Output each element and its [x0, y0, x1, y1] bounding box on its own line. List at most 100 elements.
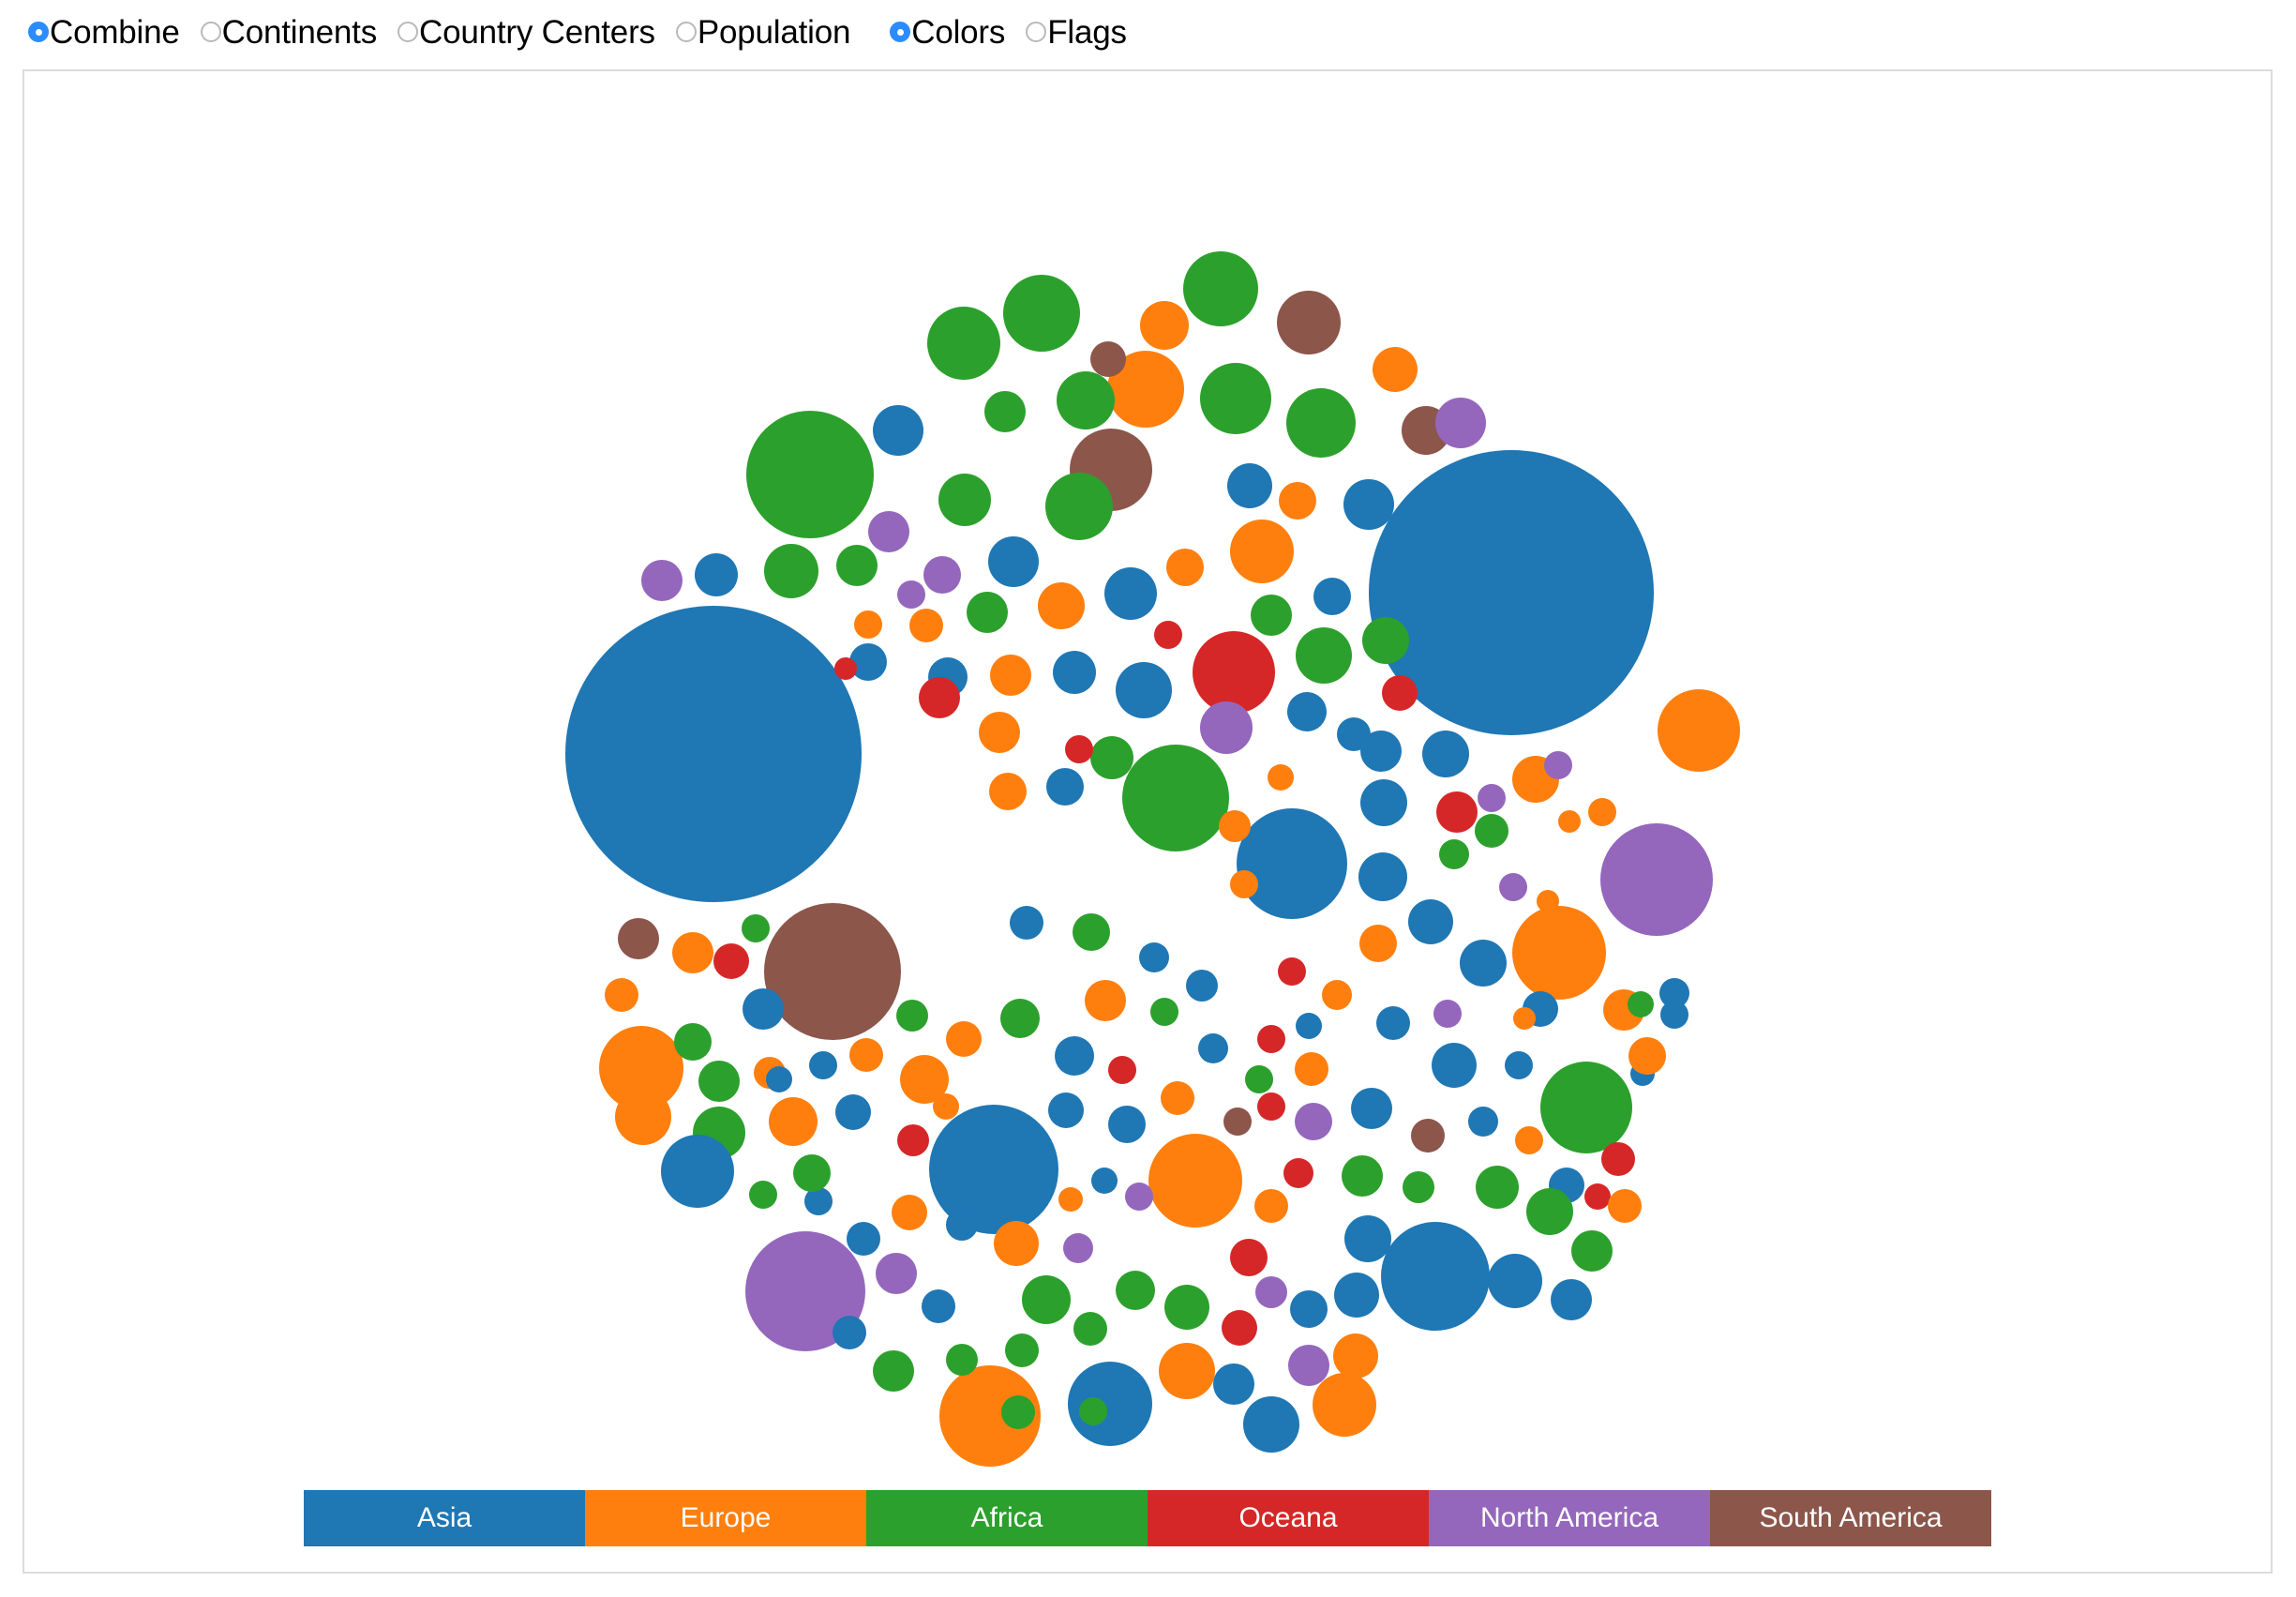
bubble[interactable] [1139, 942, 1169, 972]
bubble-chart-canvas[interactable] [24, 71, 2271, 1487]
bubble[interactable] [1600, 823, 1713, 936]
bubble[interactable] [1358, 852, 1407, 901]
radio-indicator-flags[interactable] [1026, 22, 1047, 42]
bubble[interactable] [1290, 1290, 1328, 1328]
bubble[interactable] [769, 1097, 818, 1146]
bubble[interactable] [1558, 810, 1581, 833]
bubble[interactable] [672, 932, 713, 973]
bubble[interactable] [1164, 1285, 1209, 1330]
bubble[interactable] [1436, 791, 1478, 833]
bubble[interactable] [1055, 1036, 1094, 1076]
bubble[interactable] [933, 1093, 959, 1120]
bubble[interactable] [990, 655, 1031, 696]
bubble[interactable] [1373, 347, 1418, 392]
bubble[interactable] [1079, 1397, 1107, 1425]
bubble[interactable] [1058, 1187, 1083, 1212]
bubble[interactable] [1230, 1239, 1268, 1276]
radio-option-colors[interactable]: Colors [890, 16, 1005, 49]
radio-indicator-colors[interactable] [890, 22, 911, 42]
bubble[interactable] [1200, 701, 1253, 754]
bubble[interactable] [1073, 913, 1110, 951]
bubble[interactable] [1287, 692, 1327, 731]
bubble[interactable] [695, 553, 738, 596]
bubble[interactable] [1588, 798, 1616, 826]
bubble[interactable] [1053, 651, 1096, 694]
bubble[interactable] [1161, 1081, 1194, 1115]
bubble[interactable] [1140, 301, 1189, 350]
bubble[interactable] [1322, 980, 1352, 1010]
bubble[interactable] [946, 1209, 978, 1241]
bubble[interactable] [938, 474, 991, 526]
bubble[interactable] [946, 1021, 982, 1057]
bubble[interactable] [698, 1061, 740, 1102]
bubble[interactable] [1488, 1254, 1542, 1308]
bubble[interactable] [897, 580, 925, 609]
bubble[interactable] [919, 677, 960, 718]
bubble[interactable] [1254, 1189, 1288, 1223]
bubble[interactable] [1063, 1233, 1093, 1263]
bubble[interactable] [746, 411, 874, 538]
bubble[interactable] [1222, 1310, 1257, 1346]
bubble[interactable] [1468, 1107, 1498, 1137]
bubble[interactable] [1268, 764, 1294, 791]
bubble[interactable] [764, 903, 901, 1040]
legend-item-africa[interactable]: Africa [866, 1490, 1148, 1546]
bubble[interactable] [1515, 1126, 1543, 1154]
bubble[interactable] [661, 1135, 734, 1208]
bubble[interactable] [1255, 1276, 1287, 1308]
bubble[interactable] [1219, 810, 1251, 842]
bubble[interactable] [1245, 1065, 1273, 1093]
bubble[interactable] [1381, 1222, 1490, 1331]
bubble[interactable] [1408, 899, 1453, 944]
bubble[interactable] [1278, 957, 1306, 986]
bubble[interactable] [1432, 1043, 1477, 1088]
bubble[interactable] [1526, 1188, 1573, 1235]
bubble[interactable] [835, 1094, 871, 1130]
bubble[interactable] [1344, 1215, 1391, 1262]
bubble[interactable] [1313, 578, 1351, 615]
bubble[interactable] [1376, 1006, 1410, 1040]
bubble[interactable] [742, 914, 770, 942]
bubble[interactable] [1544, 751, 1572, 779]
bubble[interactable] [1154, 621, 1182, 649]
bubble[interactable] [896, 1000, 928, 1032]
bubble[interactable] [1048, 1092, 1084, 1128]
radio-indicator-continents[interactable] [200, 22, 221, 42]
bubble[interactable] [994, 1221, 1039, 1266]
bubble[interactable] [923, 556, 961, 594]
bubble[interactable] [1010, 906, 1043, 940]
bubble[interactable] [1334, 1273, 1379, 1318]
bubble[interactable] [1251, 595, 1292, 636]
bubble[interactable] [766, 1066, 792, 1092]
bubble[interactable] [979, 712, 1020, 753]
bubble[interactable] [1478, 784, 1506, 812]
radio-option-continents[interactable]: Continents [200, 16, 377, 49]
bubble[interactable] [892, 1195, 927, 1230]
bubble[interactable] [1283, 1158, 1313, 1188]
bubble[interactable] [1003, 275, 1080, 352]
bubble[interactable] [1104, 567, 1157, 620]
bubble[interactable] [1257, 1025, 1285, 1053]
bubble[interactable] [1476, 1166, 1519, 1209]
bubble[interactable] [1351, 1088, 1392, 1129]
bubble[interactable] [1295, 1103, 1332, 1140]
bubble[interactable] [1658, 689, 1740, 772]
bubble[interactable] [1243, 1396, 1299, 1453]
bubble[interactable] [1628, 991, 1654, 1017]
bubble[interactable] [1068, 1362, 1152, 1446]
bubble[interactable] [927, 307, 1000, 380]
bubble[interactable] [1198, 1033, 1228, 1063]
bubble[interactable] [1435, 398, 1486, 448]
bubble[interactable] [641, 560, 683, 601]
bubble[interactable] [1513, 1007, 1536, 1030]
bubble[interactable] [1073, 1312, 1107, 1346]
bubble[interactable] [1122, 745, 1229, 851]
bubble[interactable] [1279, 482, 1316, 520]
bubble[interactable] [1046, 768, 1084, 806]
radio-indicator-population[interactable] [675, 22, 697, 42]
legend-item-south-america[interactable]: South America [1710, 1490, 1991, 1546]
bubble[interactable] [834, 657, 857, 680]
bubble[interactable] [989, 773, 1027, 810]
bubble[interactable] [1288, 1345, 1329, 1386]
bubble[interactable] [1343, 479, 1394, 530]
